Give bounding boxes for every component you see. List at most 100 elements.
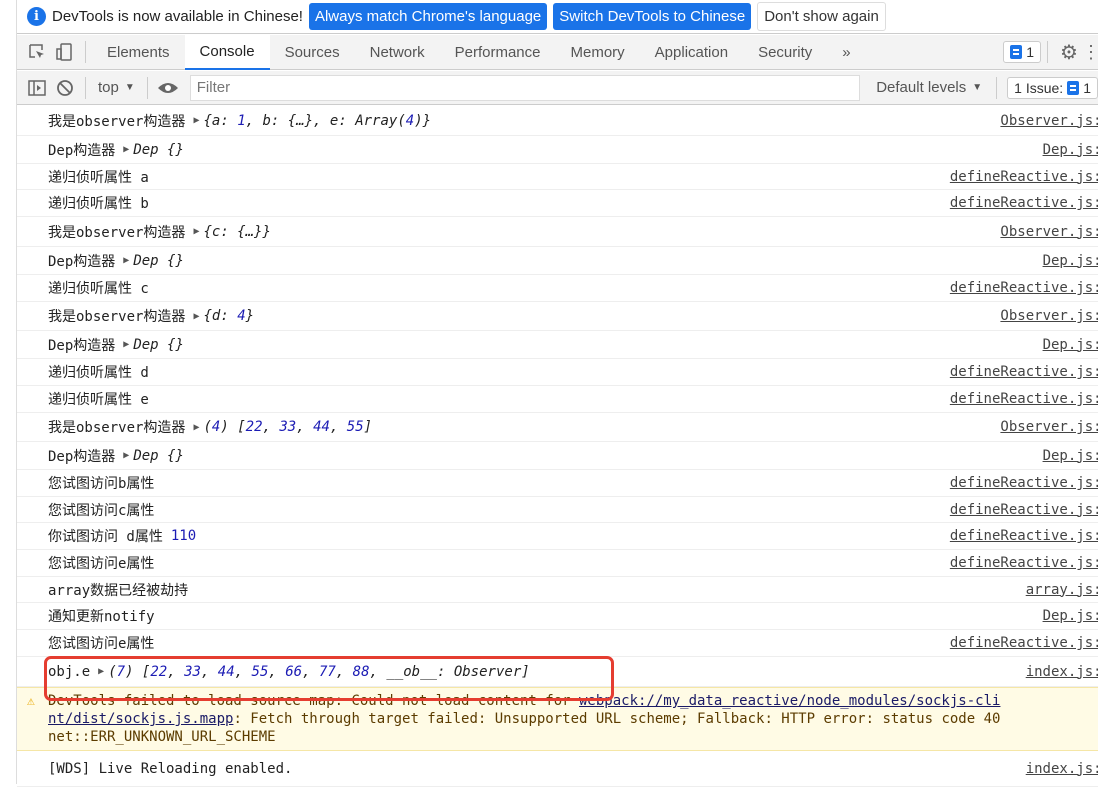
object-preview[interactable]: Dep {} xyxy=(133,142,184,158)
tab-network[interactable]: Network xyxy=(355,35,440,70)
source-link-wrap: defineReactive.js:1 xyxy=(17,391,1098,407)
tab-elements[interactable]: Elements xyxy=(92,35,185,70)
clear-console-icon[interactable] xyxy=(51,79,79,97)
source-link[interactable]: defineReactive.js:1 xyxy=(949,364,1098,380)
expand-arrow-icon[interactable]: ▶ xyxy=(193,422,199,433)
settings-gear-icon[interactable]: ⚙ xyxy=(1054,40,1084,65)
source-link-wrap: Dep.js:3 xyxy=(17,608,1098,624)
issues-button[interactable]: 1 Issue: 1 xyxy=(1007,76,1098,99)
source-link-wrap: defineReactive.js:2 xyxy=(17,555,1098,571)
tab-console[interactable]: Console xyxy=(184,34,270,70)
console-message: 您试图访问e属性 defineReactive.js:2 xyxy=(17,550,1098,577)
filter-placeholder: Filter xyxy=(196,79,231,96)
sourcemap-link-line1[interactable]: webpack://my_data_reactive/node_modules/… xyxy=(579,692,993,710)
object-preview[interactable]: Dep {} xyxy=(133,337,184,353)
source-link[interactable]: defineReactive.js:1 xyxy=(949,391,1098,407)
dont-show-again-button[interactable]: Don't show again xyxy=(757,2,886,31)
issues-label: 1 Issue: xyxy=(1014,79,1064,96)
message-text: 我是observer构造器 xyxy=(48,113,186,130)
source-link[interactable]: Dep.js:1 xyxy=(1042,141,1098,158)
expand-arrow-icon[interactable]: ▶ xyxy=(193,115,199,126)
message-text: 您试图访问b属性 xyxy=(48,476,155,492)
source-link[interactable]: Dep.js:1 xyxy=(1042,447,1098,464)
source-link[interactable]: defineReactive.js:2 xyxy=(949,501,1098,518)
source-link[interactable]: defineReactive.js:1 xyxy=(949,280,1098,296)
expand-arrow-icon[interactable]: ▶ xyxy=(193,311,199,322)
sourcemap-link-line2[interactable]: nt/dist/sockjs.js.map xyxy=(48,710,226,728)
expand-arrow-icon[interactable]: ▶ xyxy=(123,450,129,461)
source-link-wrap: defineReactive.js:2 xyxy=(17,635,1098,651)
tab-performance[interactable]: Performance xyxy=(440,35,556,70)
live-expression-eye-icon[interactable] xyxy=(154,81,182,95)
console-message: 递归侦听属性 c defineReactive.js:1 xyxy=(17,275,1098,302)
log-levels-dropdown[interactable]: Default levels ▼ xyxy=(868,79,990,96)
console-message: 我是observer构造器 ▶ (4) [22, 33, 44, 55] Observ… xyxy=(17,413,1098,442)
expand-arrow-icon[interactable]: ▶ xyxy=(123,144,129,155)
filter-input[interactable]: Filter xyxy=(189,74,861,101)
panel-tabbar: Elements Console Sources Network Performance… xyxy=(17,34,1098,70)
source-link[interactable]: Observer.js:1 xyxy=(1000,223,1098,240)
message-text: 我是observer构造器 xyxy=(48,224,186,241)
dropdown-arrow-icon: ▼ xyxy=(124,82,135,93)
more-tabs-button[interactable]: » xyxy=(827,35,865,70)
issues-count: 1 xyxy=(1026,44,1034,60)
issues-count: 1 xyxy=(1083,79,1091,96)
object-preview[interactable]: (4) [22, 33, 44, 55] xyxy=(203,419,372,435)
source-link[interactable]: index.js:2 xyxy=(1025,663,1098,680)
tab-memory[interactable]: Memory xyxy=(556,35,640,70)
source-link[interactable]: defineReactive.js:3 xyxy=(949,528,1098,544)
console-message: array数据已经被劫持 array.js:3 xyxy=(17,577,1098,603)
source-link[interactable]: defineReactive.js:2 xyxy=(949,635,1098,651)
message-text: 递归侦听属性 e xyxy=(48,392,149,408)
warning-icon: ⚠ xyxy=(27,694,35,709)
object-preview[interactable]: Dep {} xyxy=(133,448,184,464)
source-link-wrap: defineReactive.js:1 xyxy=(17,168,1098,185)
message-text: Dep构造器 xyxy=(48,448,116,465)
device-toolbar-icon[interactable] xyxy=(51,42,79,62)
object-preview[interactable]: {c: {…}} xyxy=(203,224,270,240)
tab-sources[interactable]: Sources xyxy=(270,35,355,70)
object-preview[interactable]: {a: 1, b: {…}, e: Array(4)} xyxy=(203,113,431,129)
always-match-language-button[interactable]: Always match Chrome's language xyxy=(308,3,548,30)
tab-application[interactable]: Application xyxy=(640,35,743,70)
object-preview[interactable]: Dep {} xyxy=(133,253,184,269)
message-text: Dep构造器 xyxy=(48,253,116,270)
message-text: 通知更新notify xyxy=(48,609,155,625)
switch-to-chinese-button[interactable]: Switch DevTools to Chinese xyxy=(553,3,752,30)
console-message: 我是observer构造器 ▶ {c: {…}} Observer.js:1 xyxy=(17,217,1098,247)
console-message: Dep构造器 ▶ Dep {} Dep.js:1 xyxy=(17,136,1098,164)
source-link[interactable]: Dep.js:1 xyxy=(1042,336,1098,353)
console-message: 递归侦听属性 e defineReactive.js:1 xyxy=(17,386,1098,413)
expand-arrow-icon[interactable]: ▶ xyxy=(123,255,129,266)
source-link[interactable]: Dep.js:3 xyxy=(1042,608,1098,624)
sidebar-toggle-icon[interactable] xyxy=(23,79,51,96)
inspect-element-icon[interactable] xyxy=(23,43,51,61)
source-link[interactable]: defineReactive.js:1 xyxy=(949,195,1098,211)
source-link[interactable]: index.js:5 xyxy=(1025,760,1098,777)
console-message: 您试图访问b属性 defineReactive.js:2 xyxy=(17,470,1098,497)
console-message: 你试图访问 d属性 110 defineReactive.js:3 xyxy=(17,523,1098,550)
dropdown-arrow-icon: ▼ xyxy=(972,82,983,93)
message-text: 递归侦听属性 b xyxy=(48,196,149,212)
source-link[interactable]: Dep.js:1 xyxy=(1042,252,1098,269)
warning-error-code: net::ERR_UNKNOWN_URL_SCHEME xyxy=(48,729,276,745)
console-message: 您试图访问e属性 defineReactive.js:2 xyxy=(17,630,1098,657)
context-selector[interactable]: top ▼ xyxy=(92,79,141,96)
expand-arrow-icon[interactable]: ▶ xyxy=(193,226,199,237)
source-link[interactable]: defineReactive.js:2 xyxy=(949,555,1098,571)
source-link[interactable]: Observer.js:1 xyxy=(1000,419,1098,435)
source-link[interactable]: array.js:3 xyxy=(1025,581,1098,598)
source-link[interactable]: defineReactive.js:1 xyxy=(949,168,1098,185)
tab-security[interactable]: Security xyxy=(743,35,827,70)
source-link[interactable]: Observer.js:1 xyxy=(1000,112,1098,129)
source-link[interactable]: defineReactive.js:2 xyxy=(949,475,1098,491)
info-icon: i xyxy=(27,7,46,26)
console-message: 我是observer构造器 ▶ {a: 1, b: {…}, e: Array(4)… xyxy=(17,106,1098,136)
expand-arrow-icon[interactable]: ▶ xyxy=(123,339,129,350)
more-options-icon[interactable]: ⋮ xyxy=(1082,42,1098,63)
source-link[interactable]: Observer.js:1 xyxy=(1000,308,1098,324)
object-preview[interactable]: {d: 4} xyxy=(203,308,254,324)
divider xyxy=(85,76,86,99)
issues-badge[interactable]: 1 xyxy=(1003,41,1041,63)
source-link-wrap: defineReactive.js:1 xyxy=(17,280,1098,296)
